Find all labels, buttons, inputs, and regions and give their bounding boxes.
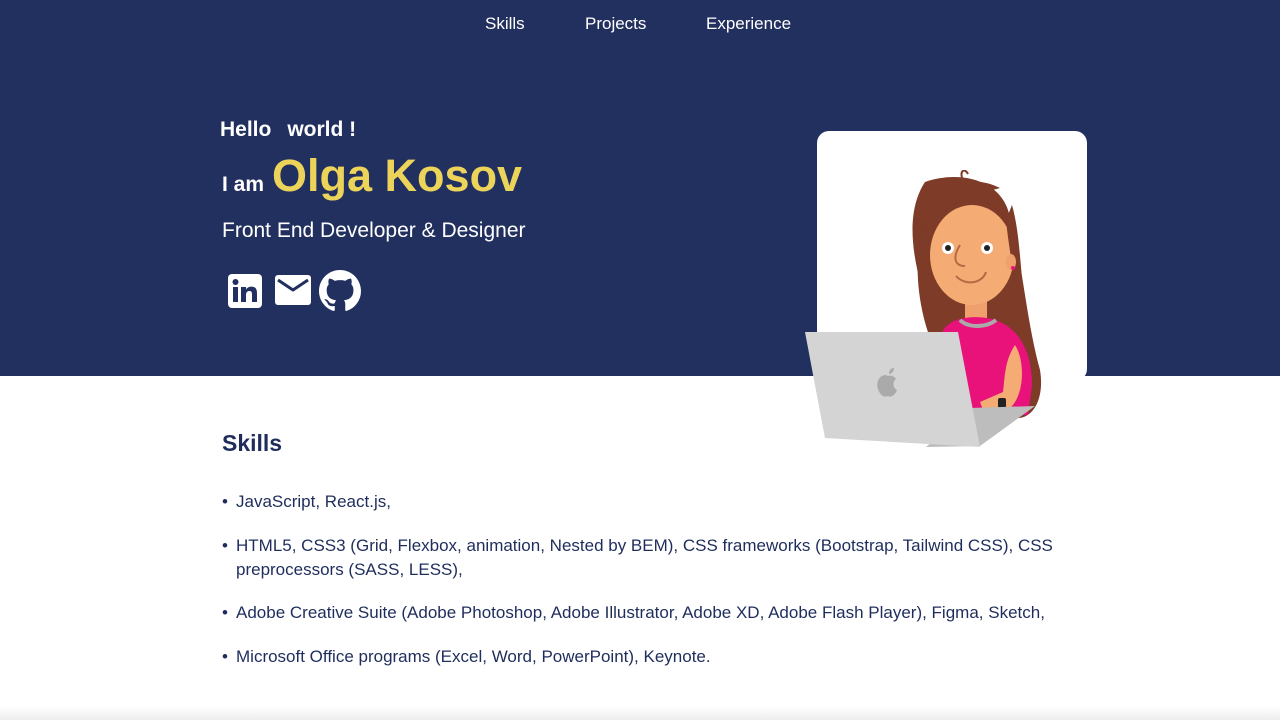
skill-item: HTML5, CSS3 (Grid, Flexbox, animation, N…: [222, 534, 1062, 582]
nav-skills-link[interactable]: Skills: [485, 14, 525, 34]
skills-list: JavaScript, React.js, HTML5, CSS3 (Grid,…: [222, 490, 1062, 689]
top-nav: Skills Projects Experience: [0, 14, 1280, 38]
greeting: Hello world !: [220, 118, 356, 142]
nav-experience-link[interactable]: Experience: [706, 14, 791, 34]
role-title: Front End Developer & Designer: [222, 219, 526, 242]
nav-projects-link[interactable]: Projects: [585, 14, 646, 34]
intro-line: I am Olga Kosov: [222, 150, 522, 202]
greeting-hello: Hello: [220, 118, 272, 141]
page-bottom-edge: [0, 706, 1280, 720]
skill-item: Adobe Creative Suite (Adobe Photoshop, A…: [222, 601, 1062, 625]
github-icon[interactable]: [319, 270, 361, 317]
skill-item: JavaScript, React.js,: [222, 490, 1062, 514]
iam-label: I am: [222, 173, 265, 196]
skills-heading: Skills: [222, 430, 283, 456]
skill-item: Microsoft Office programs (Excel, Word, …: [222, 645, 1062, 669]
developer-illustration: [800, 169, 1060, 460]
mail-icon[interactable]: [275, 275, 311, 310]
hero-section: Skills Projects Experience Hello world ! …: [0, 0, 1280, 376]
linkedin-icon[interactable]: [228, 274, 262, 313]
person-name: Olga Kosov: [272, 150, 523, 201]
greeting-world: world !: [287, 118, 357, 141]
